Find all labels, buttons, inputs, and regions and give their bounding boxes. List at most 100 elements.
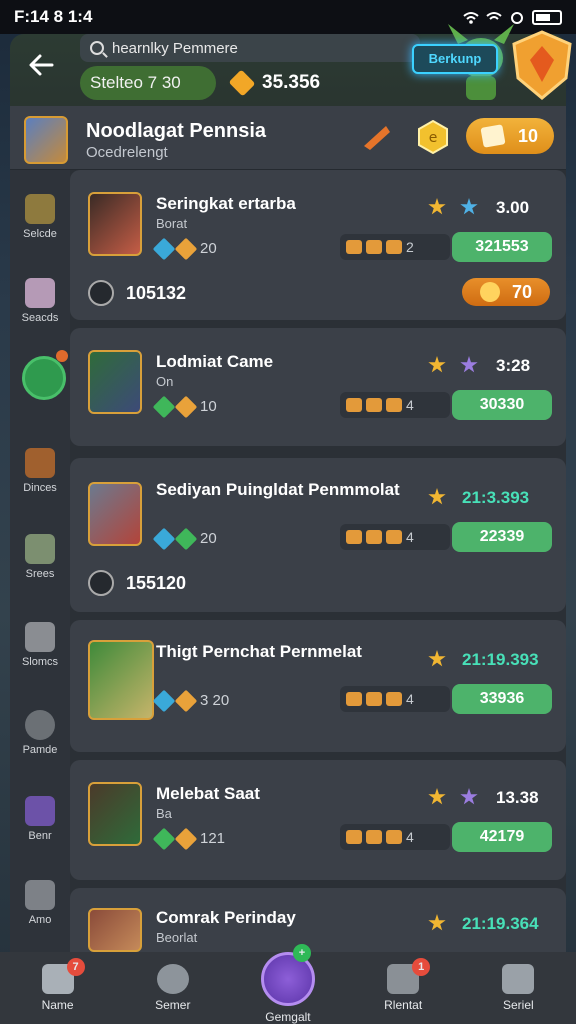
tag-value: 3 20 bbox=[200, 692, 230, 709]
header-reward-pill[interactable]: 10 bbox=[466, 118, 554, 154]
back-button[interactable] bbox=[26, 50, 58, 82]
item-rating bbox=[428, 650, 446, 668]
nav-rlentat[interactable]: 1 Rlentat bbox=[358, 958, 448, 1012]
star-icon bbox=[460, 788, 478, 805]
extra-value: 105132 bbox=[126, 282, 187, 303]
sidebar-item-srees[interactable]: Srees bbox=[10, 528, 70, 598]
price-value: 30330 bbox=[479, 396, 525, 413]
sidebar-item-pamde[interactable]: Pamde bbox=[10, 704, 70, 774]
item-rating bbox=[428, 788, 478, 806]
item-subtitle: On bbox=[156, 374, 174, 389]
tag-value: 10 bbox=[200, 398, 217, 415]
nav-label: Semer bbox=[155, 998, 191, 1012]
sidebar-item-label: Selcde bbox=[23, 228, 57, 240]
price-button[interactable]: 33936 bbox=[452, 684, 552, 714]
item-rating bbox=[428, 356, 478, 374]
sidebar-item-seacds[interactable]: Seacds bbox=[10, 272, 70, 342]
rating-value: 21:19.364 bbox=[462, 914, 539, 933]
currency-icon bbox=[88, 280, 114, 306]
sidebar-item-slomcs[interactable]: Slomcs bbox=[10, 616, 70, 686]
item-tags: 20 bbox=[152, 527, 217, 550]
item-icon bbox=[346, 830, 362, 844]
nav-semer[interactable]: Semer bbox=[128, 964, 218, 1012]
item-list: Seringkat ertarba Borat 20 3.00 2 321553… bbox=[70, 170, 566, 952]
items-count: 4 bbox=[406, 829, 414, 845]
gem-icon bbox=[152, 689, 176, 712]
item-name: Melebat Saat bbox=[156, 784, 260, 803]
item-name: Seringkat ertarba bbox=[156, 194, 296, 213]
carrot-icon[interactable] bbox=[362, 122, 392, 152]
price-button[interactable]: 22339 bbox=[452, 522, 552, 552]
shield-icon[interactable] bbox=[510, 30, 574, 100]
search-input[interactable]: hearnlky Pemmere bbox=[80, 34, 420, 62]
sidebar-item-benr[interactable]: Benr bbox=[10, 790, 70, 860]
coin-balance[interactable]: 35.356 bbox=[228, 69, 320, 97]
price-value: 22339 bbox=[479, 528, 525, 545]
rating-value: 21:19.393 bbox=[462, 650, 539, 669]
list-item[interactable]: Thigt Pernchat Pernmelat 3 20 21:19.393 … bbox=[70, 620, 566, 752]
item-name: Sediyan Puingldat Penmmolat bbox=[156, 480, 400, 499]
plus-badge: + bbox=[292, 944, 311, 962]
gem-icon bbox=[174, 689, 198, 712]
list-item[interactable]: Lodmiat Came On 10 3:28 4 30330 bbox=[70, 328, 566, 446]
profile-header: Noodlagat Pennsia Ocedrelengt e 10 bbox=[10, 106, 566, 170]
price-button[interactable]: 42179 bbox=[452, 822, 552, 852]
rating-value: 3.00 bbox=[496, 198, 530, 217]
tools-icon bbox=[25, 880, 55, 910]
gem-icon bbox=[152, 827, 176, 850]
book-icon bbox=[25, 796, 55, 826]
list-item[interactable]: Comrak Perinday Beorlat 21:19.364 bbox=[70, 888, 566, 952]
item-icon bbox=[366, 692, 382, 706]
avatar bbox=[88, 908, 142, 952]
reward-pill[interactable]: 70 bbox=[462, 278, 550, 306]
creature-icon bbox=[25, 278, 55, 308]
nav-home[interactable]: 7 Name bbox=[13, 958, 103, 1012]
event-badge-label: Berkunp bbox=[428, 51, 482, 66]
price-button[interactable]: 321553 bbox=[452, 232, 552, 262]
gem-icon bbox=[152, 395, 176, 418]
chest-icon bbox=[480, 124, 506, 148]
search-text: hearnlky Pemmere bbox=[112, 39, 238, 57]
gem-icon bbox=[174, 527, 198, 550]
items-count: 4 bbox=[406, 397, 414, 413]
item-icon bbox=[346, 398, 362, 412]
event-badge[interactable]: Berkunp bbox=[412, 44, 498, 74]
avatar bbox=[88, 640, 154, 720]
header-avatar[interactable] bbox=[24, 116, 68, 164]
item-name: Lodmiat Came bbox=[156, 352, 274, 371]
item-icon bbox=[366, 240, 382, 254]
sidebar-item-label: Pamde bbox=[22, 744, 58, 756]
price-button[interactable]: 30330 bbox=[452, 390, 552, 420]
tree-icon bbox=[25, 534, 55, 564]
sidebar-item-amo[interactable]: Amo bbox=[10, 874, 70, 944]
item-icon bbox=[386, 692, 402, 706]
nav-label: Seriel bbox=[503, 998, 534, 1012]
coin-icon bbox=[228, 69, 256, 97]
status-time: F:14 8 1:4 bbox=[14, 7, 93, 26]
items-count: 4 bbox=[406, 691, 414, 707]
item-extra: 155120 bbox=[88, 570, 186, 596]
sidebar-item-dinces[interactable]: Dinces bbox=[10, 442, 70, 512]
avatar bbox=[88, 192, 142, 256]
nav-gemgalt[interactable]: + Gemgalt bbox=[243, 944, 333, 1024]
item-subtitle: Ba bbox=[156, 806, 172, 821]
item-rating bbox=[428, 198, 478, 216]
status-pill[interactable]: Stelteo 7 30 bbox=[80, 66, 216, 100]
list-item[interactable]: Melebat Saat Ba 121 13.38 4 42179 bbox=[70, 760, 566, 880]
sidebar-item-label: Srees bbox=[25, 568, 55, 580]
items-count: 2 bbox=[406, 239, 414, 255]
gold-token-icon[interactable]: e bbox=[418, 120, 448, 154]
tag-value: 121 bbox=[200, 830, 226, 847]
item-icon bbox=[386, 240, 402, 254]
sidebar-item-selcde[interactable]: Selcde bbox=[10, 188, 70, 258]
sidebar-active-icon[interactable] bbox=[22, 356, 66, 400]
item-tags: 121 bbox=[152, 827, 226, 850]
list-item[interactable]: Seringkat ertarba Borat 20 3.00 2 321553… bbox=[70, 170, 566, 320]
status-pill-label: Stelteo 7 30 bbox=[90, 73, 181, 92]
list-item[interactable]: Sediyan Puingldat Penmmolat 20 21:3.393 … bbox=[70, 458, 566, 612]
puzzle-icon bbox=[502, 964, 535, 994]
arrow-left-icon bbox=[29, 54, 54, 76]
gem-icon bbox=[152, 237, 176, 260]
nav-seriel[interactable]: Seriel bbox=[473, 964, 563, 1012]
header-pill-value: 10 bbox=[517, 125, 538, 146]
